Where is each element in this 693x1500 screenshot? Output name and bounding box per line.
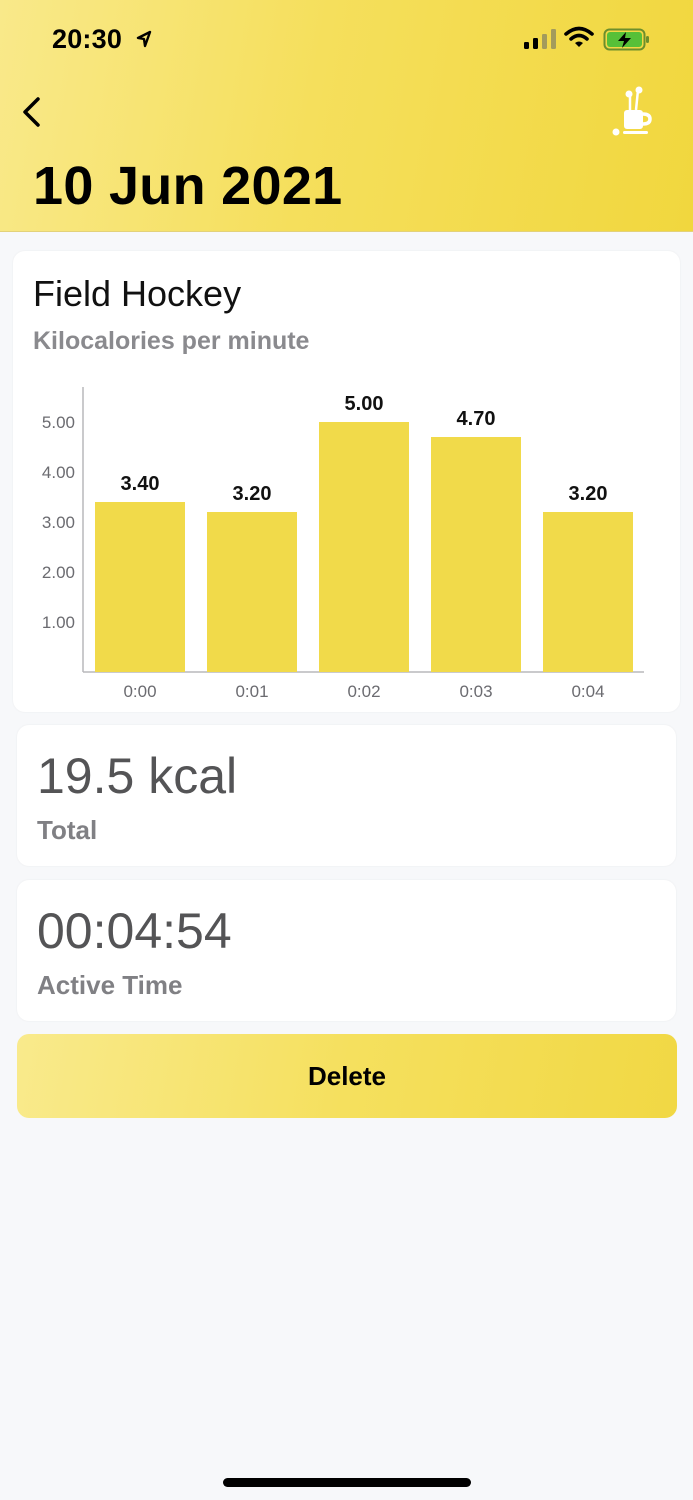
home-indicator (223, 1478, 471, 1487)
location-arrow-icon (136, 30, 152, 48)
back-button[interactable] (16, 92, 52, 132)
x-tick-label: 0:04 (571, 682, 604, 701)
total-calories-card: 19.5 kcal Total (17, 725, 676, 866)
y-tick-label: 4.00 (42, 463, 75, 482)
chart-bar (207, 512, 297, 672)
battery-charging-icon (603, 28, 649, 51)
x-tick-label: 0:03 (459, 682, 492, 701)
bar-value-label: 3.20 (233, 483, 272, 505)
chart-bar (319, 422, 409, 672)
bar-value-label: 5.00 (345, 393, 384, 415)
wifi-icon (564, 26, 594, 47)
chart-bar (431, 437, 521, 672)
chart-subtitle: Kilocalories per minute (33, 327, 310, 355)
header: 20:30 10 Jun 2021 (0, 0, 693, 232)
calories-bar-chart: 1.00 2.00 3.00 4.00 5.00 3.40 3.20 5.00 4.70 3.2… (42, 387, 644, 701)
status-time: 20:30 (52, 24, 123, 54)
y-tick-label: 3.00 (42, 513, 75, 532)
chart-bar (543, 512, 633, 672)
page-title: 10 Jun 2021 (33, 156, 343, 216)
active-time-label: Active Time (37, 970, 183, 1000)
x-tick-label: 0:01 (235, 682, 268, 701)
bar-value-label: 3.20 (569, 483, 608, 505)
x-tick-label: 0:02 (347, 682, 380, 701)
active-time-card: 00:04:54 Active Time (17, 880, 676, 1021)
x-tick-label: 0:00 (123, 682, 156, 701)
delete-button[interactable]: Delete (17, 1034, 677, 1118)
y-tick-label: 2.00 (42, 563, 75, 582)
chart-title: Field Hockey (33, 273, 242, 314)
active-time-value: 00:04:54 (37, 903, 232, 959)
bar-value-label: 3.40 (121, 473, 160, 495)
golf-bag-icon (612, 86, 652, 136)
y-tick-label: 5.00 (42, 413, 75, 432)
chart-bar (95, 502, 185, 672)
y-tick-label: 1.00 (42, 613, 75, 632)
bar-value-label: 4.70 (457, 408, 496, 430)
chart-card: 1.00 2.00 3.00 4.00 5.00 3.40 3.20 5.00 4.70 3.2… (13, 251, 680, 712)
total-calories-value: 19.5 kcal (37, 748, 238, 804)
cellular-signal-icon (524, 29, 556, 49)
total-calories-label: Total (37, 815, 98, 845)
